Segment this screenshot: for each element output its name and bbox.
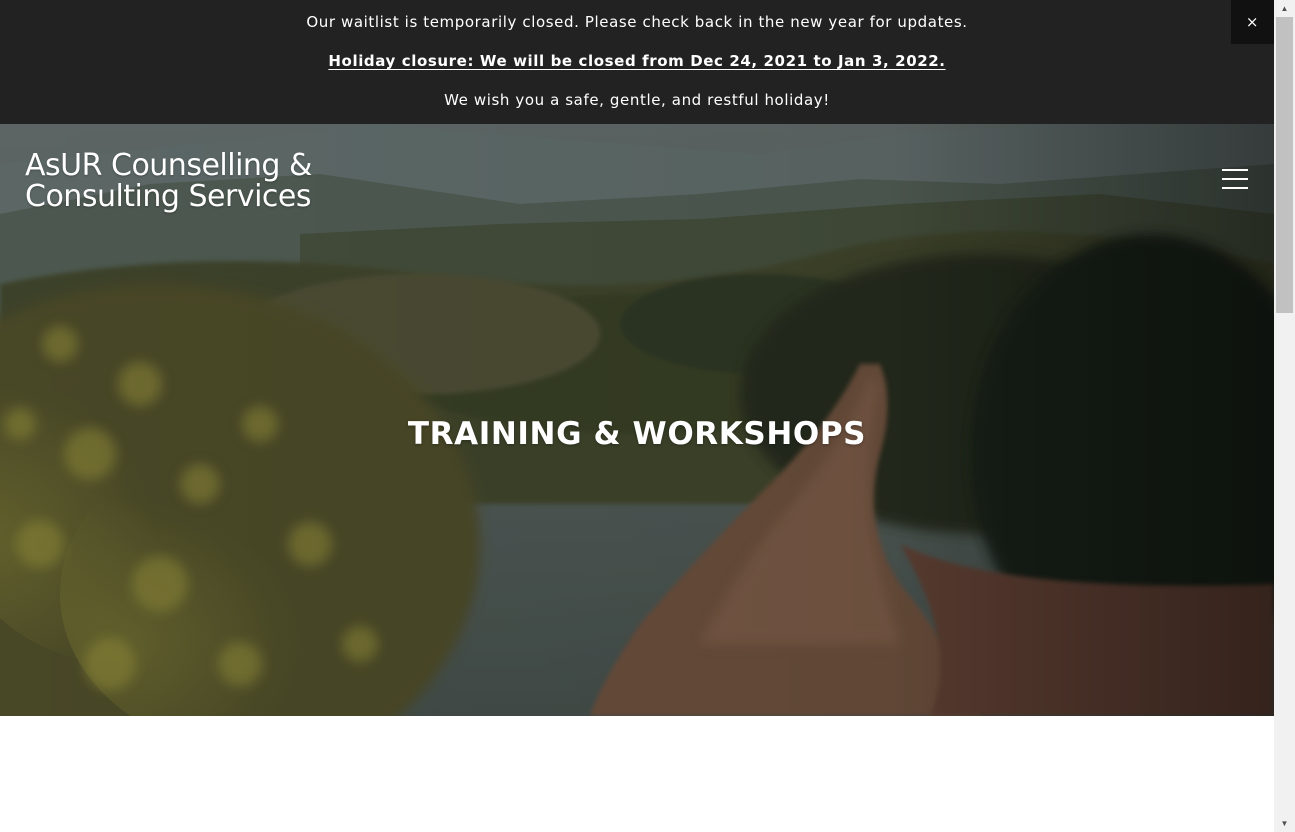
- scroll-up-arrow-icon[interactable]: ▲: [1274, 0, 1295, 17]
- scrollbar-thumb[interactable]: [1276, 17, 1293, 313]
- close-icon: ×: [1245, 13, 1260, 31]
- menu-bar-top: [1222, 169, 1248, 171]
- holiday-closure-notice: Holiday closure: We will be closed from …: [0, 52, 1274, 70]
- hamburger-menu-icon[interactable]: [1220, 166, 1250, 194]
- close-announcement-button[interactable]: ×: [1231, 0, 1274, 44]
- browser-viewport: Our waitlist is temporarily closed. Plea…: [0, 0, 1274, 832]
- page-title: TRAINING & WORKSHOPS: [407, 416, 867, 452]
- scroll-down-arrow-icon[interactable]: ▼: [1274, 815, 1295, 832]
- logo-line-2: Consulting Services: [25, 179, 311, 214]
- vertical-scrollbar[interactable]: ▲ ▼: [1274, 0, 1295, 832]
- menu-bar-middle: [1222, 178, 1248, 180]
- logo-line-1: AsUR Counselling &: [25, 148, 312, 183]
- holiday-wishes-text: We wish you a safe, gentle, and restful …: [444, 91, 830, 109]
- announcement-bar: Our waitlist is temporarily closed. Plea…: [0, 0, 1274, 124]
- site-logo[interactable]: AsUR Counselling & Consulting Services: [25, 150, 312, 212]
- menu-bar-bottom: [1222, 187, 1248, 189]
- waitlist-notice: Our waitlist is temporarily closed. Plea…: [306, 13, 968, 31]
- holiday-closure-link[interactable]: Holiday closure: We will be closed from …: [328, 52, 945, 70]
- page: Our waitlist is temporarily closed. Plea…: [0, 0, 1295, 832]
